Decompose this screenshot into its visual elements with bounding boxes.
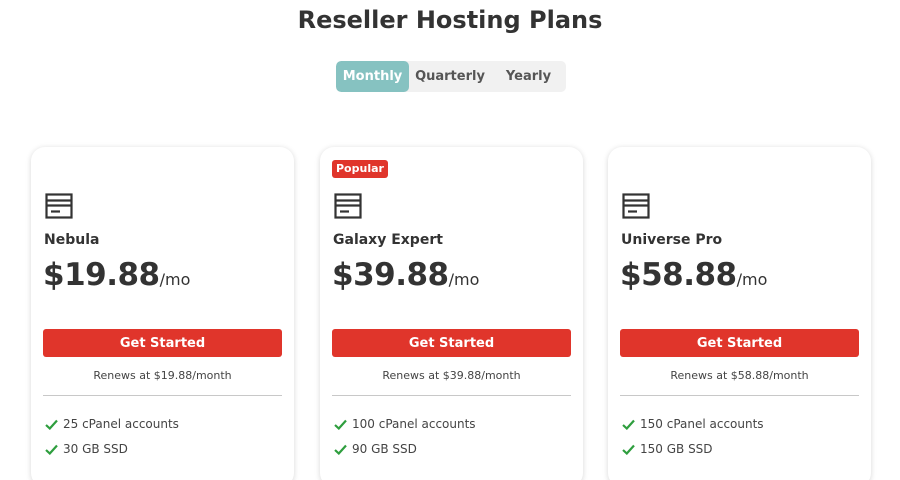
plan-price: $58.88: [620, 257, 737, 293]
feature-item: 100 cPanel accounts: [334, 417, 476, 431]
plan-name: Galaxy Expert: [333, 232, 443, 248]
server-icon: [622, 193, 650, 219]
plan-name: Universe Pro: [621, 232, 723, 248]
check-icon: [622, 419, 635, 430]
toggle-monthly[interactable]: Monthly: [336, 61, 409, 92]
feature-text: 150 GB SSD: [640, 442, 713, 456]
feature-text: 25 cPanel accounts: [63, 417, 179, 431]
feature-item: 25 cPanel accounts: [45, 417, 179, 431]
divider: [43, 395, 282, 396]
plan-price: $39.88: [332, 257, 449, 293]
get-started-button[interactable]: Get Started: [620, 329, 859, 357]
plan-price-row: $58.88/mo: [620, 257, 767, 293]
billing-period-toggle: Monthly Quarterly Yearly: [336, 61, 566, 92]
check-icon: [334, 444, 347, 455]
divider: [620, 395, 859, 396]
toggle-yearly[interactable]: Yearly: [491, 61, 566, 92]
get-started-button[interactable]: Get Started: [332, 329, 571, 357]
feature-text: 150 cPanel accounts: [640, 417, 764, 431]
server-icon: [45, 193, 73, 219]
plan-name: Nebula: [44, 232, 100, 248]
plan-card-galaxy-expert: Popular Galaxy Expert $39.88/mo Get Star…: [320, 147, 583, 480]
feature-item: 150 cPanel accounts: [622, 417, 764, 431]
plan-price-row: $39.88/mo: [332, 257, 479, 293]
feature-item: 30 GB SSD: [45, 442, 128, 456]
price-period: /mo: [736, 270, 768, 289]
check-icon: [45, 419, 58, 430]
get-started-button[interactable]: Get Started: [43, 329, 282, 357]
price-period: /mo: [448, 270, 480, 289]
renewal-note: Renews at $58.88/month: [670, 369, 809, 382]
renewal-note: Renews at $39.88/month: [382, 369, 521, 382]
toggle-quarterly[interactable]: Quarterly: [409, 61, 491, 92]
check-icon: [622, 444, 635, 455]
server-icon: [334, 193, 362, 219]
feature-text: 30 GB SSD: [63, 442, 128, 456]
feature-text: 90 GB SSD: [352, 442, 417, 456]
feature-text: 100 cPanel accounts: [352, 417, 476, 431]
pricing-page: Reseller Hosting Plans Monthly Quarterly…: [0, 0, 900, 480]
check-icon: [334, 419, 347, 430]
plan-card-universe-pro: Universe Pro $58.88/mo Get Started Renew…: [608, 147, 871, 480]
page-title: Reseller Hosting Plans: [297, 6, 603, 34]
renewal-note: Renews at $19.88/month: [93, 369, 232, 382]
feature-item: 150 GB SSD: [622, 442, 713, 456]
plan-price: $19.88: [43, 257, 160, 293]
popular-badge: Popular: [332, 160, 388, 178]
plan-price-row: $19.88/mo: [43, 257, 190, 293]
divider: [332, 395, 571, 396]
feature-item: 90 GB SSD: [334, 442, 417, 456]
price-period: /mo: [159, 270, 191, 289]
plan-card-nebula: Nebula $19.88/mo Get Started Renews at $…: [31, 147, 294, 480]
check-icon: [45, 444, 58, 455]
